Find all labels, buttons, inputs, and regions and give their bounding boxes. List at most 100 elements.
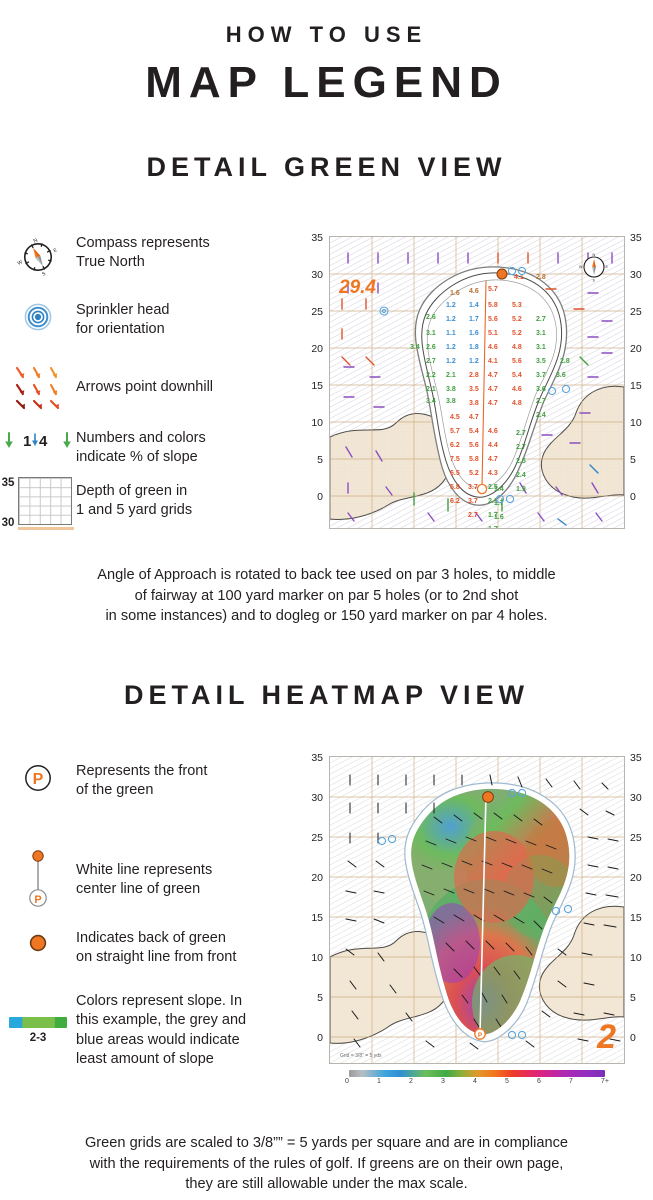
detail-green-view-figure: 35 30 25 20 15 10 5 0 35 30 25 20 15 10 … [303, 232, 651, 532]
legend-line: indicate % of slope [76, 449, 198, 466]
svg-text:2.4: 2.4 [516, 472, 526, 479]
svg-text:2.4: 2.4 [536, 412, 546, 419]
axis-left-tick: 30 [311, 792, 323, 804]
svg-text:5.4: 5.4 [469, 428, 479, 435]
detail-heatmap-figure: 35 30 25 20 15 10 5 0 35 30 25 20 15 10 … [303, 752, 651, 1085]
legend-item-back-of-green: Indicates back of green on straight line… [0, 928, 236, 968]
legend-line: Indicates back of green [76, 930, 226, 946]
depth-grid-top-label: 35 [1, 477, 15, 489]
legend-line: least amount of slope [76, 1051, 214, 1068]
svg-text:1.6: 1.6 [450, 290, 460, 297]
caption-line: of fairway at 100 yard marker on par 5 h… [134, 587, 519, 604]
axis-right-tick: 5 [630, 992, 636, 1004]
axis-left-tick: 10 [311, 952, 323, 964]
svg-text:3.1: 3.1 [426, 330, 436, 337]
legend-item-center-line-text: White line represents center line of gre… [76, 848, 212, 900]
colorbar-tick: 7+ [601, 1078, 609, 1085]
svg-text:3.1: 3.1 [536, 344, 546, 351]
svg-text:P: P [34, 894, 41, 906]
svg-text:W: W [579, 265, 583, 269]
sprinkler-head-icon [0, 300, 76, 334]
svg-text:6.2: 6.2 [450, 498, 460, 505]
svg-text:5.7: 5.7 [450, 428, 460, 435]
heatmap-caption: Green grids are scaled to 3/8”” = 5 yard… [0, 1133, 653, 1195]
section-heading-green-view: DETAIL GREEN VIEW [146, 152, 507, 182]
svg-text:4.6: 4.6 [488, 428, 498, 435]
heatmap-colorbar-labels: 0 1 2 3 4 5 6 7 7+ [345, 1078, 609, 1085]
legend-item-slope-colors: 2-3 Colors represent slope. In this exam… [0, 991, 246, 1070]
svg-text:5.2: 5.2 [469, 470, 479, 477]
axis-right-tick: 15 [630, 912, 642, 924]
front-of-green-icon: P [0, 761, 76, 795]
svg-text:3.1: 3.1 [536, 330, 546, 337]
axis-right-tick: 10 [630, 952, 642, 964]
svg-text:2.5: 2.5 [516, 458, 526, 465]
svg-text:5.2: 5.2 [512, 330, 522, 337]
svg-text:3.4: 3.4 [410, 344, 420, 351]
heatmap-plot: P Grid = 3/8" = 5 yds 2 [329, 756, 625, 1064]
axis-left-tick: 25 [311, 832, 323, 844]
svg-text:3.6: 3.6 [536, 386, 546, 393]
svg-text:4: 4 [39, 433, 48, 450]
axis-right-tick: 10 [630, 417, 642, 429]
slope-color-gradient [9, 1017, 67, 1028]
axis-right-tick: 30 [630, 792, 642, 804]
svg-text:W: W [17, 259, 24, 267]
legend-item-depth-grid: 35 30 Depth of green in 1 and 5 yard gri… [0, 477, 192, 530]
svg-text:5.4: 5.4 [512, 372, 522, 379]
green-view-legend-list: N E S W Compass represents True North Sp… [0, 225, 300, 535]
svg-text:5.7: 5.7 [488, 286, 498, 293]
legend-item-slope-number-text: Numbers and colors indicate % of slope [76, 428, 206, 468]
legend-item-compass: N E S W Compass represents True North [0, 233, 210, 281]
legend-line: Numbers and colors [76, 430, 206, 446]
legend-item-sprinkler: Sprinkler head for orientation [0, 300, 170, 340]
legend-item-compass-text: Compass represents True North [76, 233, 210, 273]
svg-text:1.8: 1.8 [469, 344, 479, 351]
colorbar-tick: 0 [345, 1078, 349, 1085]
svg-text:2.1: 2.1 [446, 372, 456, 379]
svg-text:5.2: 5.2 [512, 316, 522, 323]
svg-text:2.7: 2.7 [536, 398, 546, 405]
legend-item-slope-number: 1 4 Numbers and colors indicate % of slo… [0, 428, 206, 468]
axis-left-tick: 5 [317, 992, 323, 1004]
svg-text:6.5: 6.5 [450, 470, 460, 477]
section-heading-heatmap-view: DETAIL HEATMAP VIEW [123, 680, 529, 710]
svg-text:4.7: 4.7 [488, 372, 498, 379]
svg-text:5.1: 5.1 [488, 330, 498, 337]
colorbar-tick: 3 [441, 1078, 445, 1085]
axis-right-tick: 35 [630, 232, 642, 244]
svg-text:1: 1 [23, 433, 31, 450]
axis-left-tick: 20 [311, 872, 323, 884]
legend-line: on straight line from front [76, 949, 237, 966]
axis-left-tick: 0 [317, 491, 323, 503]
slope-swatch-label: 2-3 [29, 1032, 47, 1044]
svg-text:4.7: 4.7 [469, 414, 479, 421]
axis-left-tick: 20 [311, 343, 323, 355]
legend-item-back-of-green-text: Indicates back of green on straight line… [76, 928, 236, 968]
svg-text:1.7: 1.7 [488, 526, 498, 528]
svg-text:4.4: 4.4 [488, 442, 498, 449]
svg-text:1.2: 1.2 [446, 302, 456, 309]
caption-line: with the requirements of the rules of go… [89, 1155, 564, 1172]
svg-text:2.8: 2.8 [536, 274, 546, 281]
svg-text:4.6: 4.6 [469, 288, 479, 295]
legend-line: Represents the front [76, 763, 208, 779]
svg-text:4.8: 4.8 [512, 344, 522, 351]
slope-number-icon: 1 4 [0, 428, 76, 454]
svg-text:2.7: 2.7 [426, 358, 436, 365]
svg-text:E: E [53, 247, 59, 254]
svg-text:2.8: 2.8 [560, 358, 570, 365]
svg-text:1.2: 1.2 [446, 358, 456, 365]
page-title: MAP LEGEND [145, 58, 508, 107]
legend-item-slope-colors-text: Colors represent slope. In this example,… [76, 991, 246, 1070]
svg-text:5.8: 5.8 [450, 484, 460, 491]
svg-text:S: S [41, 271, 47, 278]
svg-text:4.7: 4.7 [488, 386, 498, 393]
axis-left-tick: 10 [311, 417, 323, 429]
svg-text:3.8: 3.8 [446, 398, 456, 405]
svg-text:4.6: 4.6 [512, 386, 522, 393]
caption-line: Green grids are scaled to 3/8”” = 5 yard… [84, 1135, 569, 1151]
axis-left-tick: 25 [311, 306, 323, 318]
heatmap-scale-note: Grid = 3/8" = 5 yds [340, 1053, 382, 1059]
svg-text:4.8: 4.8 [512, 400, 522, 407]
